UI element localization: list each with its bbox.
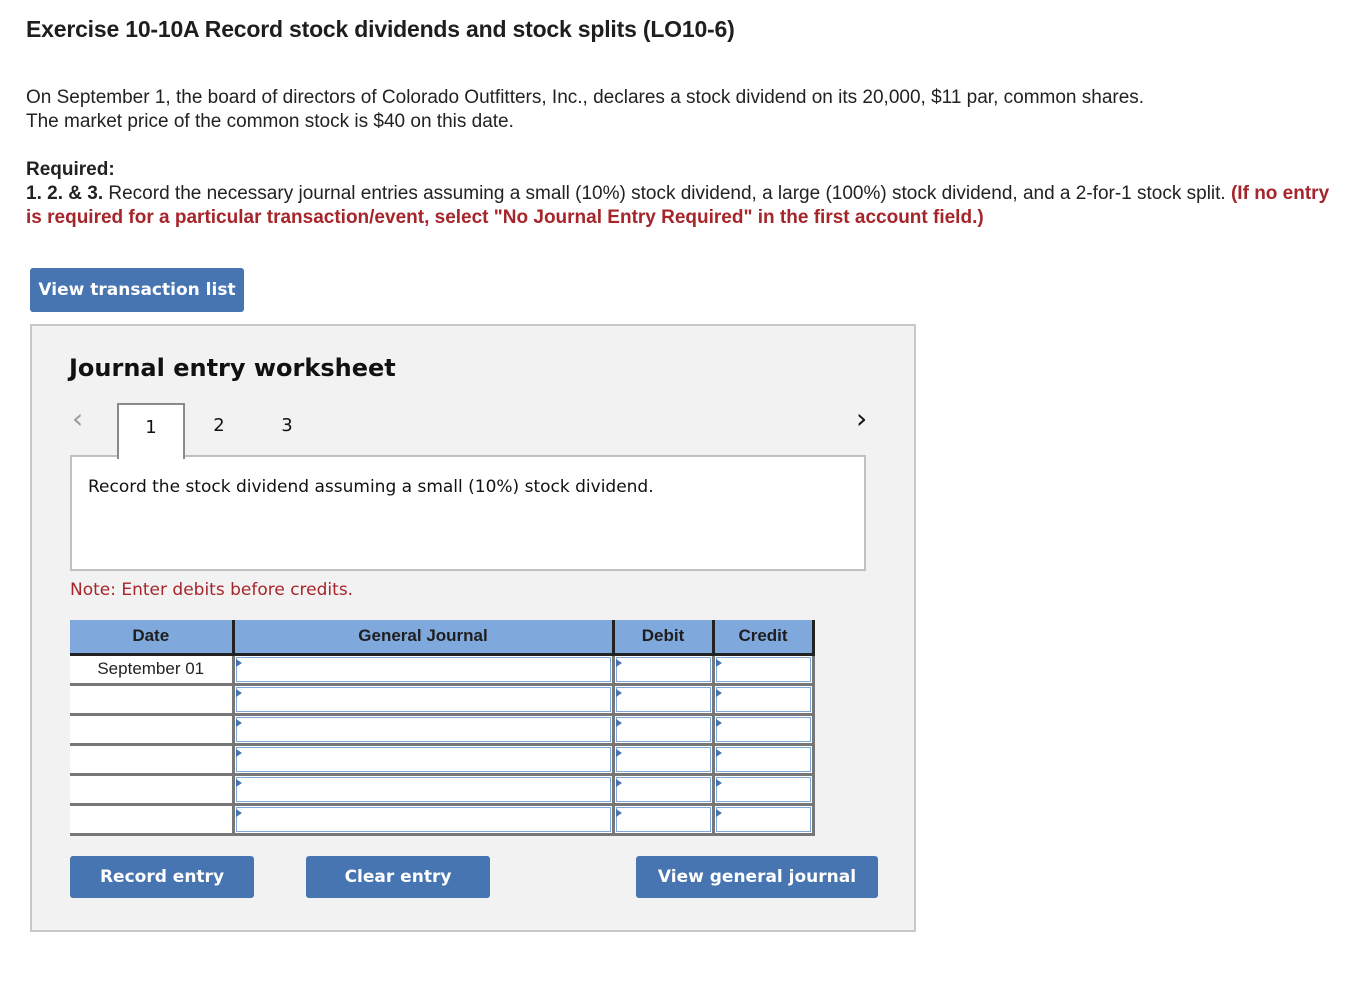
general-journal-cell bbox=[231, 774, 613, 806]
credit-input[interactable] bbox=[715, 716, 811, 742]
credit-cell bbox=[711, 714, 815, 746]
credit-input[interactable] bbox=[715, 686, 811, 712]
journal-entry-worksheet: Journal entry worksheet ‹ 1 2 3 › Record… bbox=[30, 324, 916, 932]
credit-cell bbox=[711, 804, 815, 836]
debit-input[interactable] bbox=[615, 776, 711, 802]
debit-cell bbox=[611, 744, 713, 776]
debit-cell bbox=[611, 684, 713, 716]
general-journal-cell bbox=[231, 744, 613, 776]
account-input[interactable] bbox=[235, 716, 611, 742]
chevron-left-icon[interactable]: ‹ bbox=[72, 404, 83, 434]
debit-cell bbox=[611, 654, 713, 686]
debit-cell bbox=[611, 804, 713, 836]
problem-line-1: On September 1, the board of directors o… bbox=[26, 87, 1145, 108]
debit-input[interactable] bbox=[615, 716, 711, 742]
general-journal-cell bbox=[231, 804, 613, 836]
credit-cell bbox=[711, 654, 815, 686]
credit-input[interactable] bbox=[715, 656, 811, 682]
required-section: Required: 1. 2. & 3. Record the necessar… bbox=[26, 158, 1346, 230]
debit-input[interactable] bbox=[615, 656, 711, 682]
tab-1[interactable]: 1 bbox=[117, 403, 185, 459]
general-journal-cell bbox=[231, 684, 613, 716]
date-cell bbox=[70, 744, 233, 776]
credit-cell bbox=[711, 744, 815, 776]
required-label: Required: bbox=[26, 159, 115, 180]
view-general-journal-button[interactable]: View general journal bbox=[636, 856, 878, 898]
note-text: Note: Enter debits before credits. bbox=[70, 580, 354, 600]
column-header-debit: Debit bbox=[611, 620, 713, 656]
account-input[interactable] bbox=[235, 686, 611, 712]
credit-input[interactable] bbox=[715, 776, 811, 802]
credit-input[interactable] bbox=[715, 806, 811, 832]
tab-label: 3 bbox=[281, 414, 293, 436]
date-cell bbox=[70, 714, 233, 746]
account-input[interactable] bbox=[235, 776, 611, 802]
required-text: Record the necessary journal entries ass… bbox=[103, 183, 1231, 204]
column-header-general-journal: General Journal bbox=[231, 620, 613, 656]
tab-2[interactable]: 2 bbox=[202, 403, 236, 457]
journal-row bbox=[70, 774, 815, 806]
date-cell bbox=[70, 804, 233, 836]
exercise-title: Exercise 10-10A Record stock dividends a… bbox=[26, 16, 735, 42]
journal-header-row: Date General Journal Debit Credit bbox=[70, 620, 815, 656]
journal-row bbox=[70, 744, 815, 776]
account-input[interactable] bbox=[235, 806, 611, 832]
general-journal-cell bbox=[231, 654, 613, 686]
column-header-credit: Credit bbox=[711, 620, 815, 656]
record-entry-button[interactable]: Record entry bbox=[70, 856, 254, 898]
tab-label: 1 bbox=[145, 416, 157, 438]
clear-entry-button[interactable]: Clear entry bbox=[306, 856, 490, 898]
problem-line-2: The market price of the common stock is … bbox=[26, 111, 514, 132]
tab-3[interactable]: 3 bbox=[270, 403, 304, 457]
general-journal-cell bbox=[231, 714, 613, 746]
date-cell: September 01 bbox=[70, 654, 233, 686]
debit-input[interactable] bbox=[615, 746, 711, 772]
chevron-right-icon[interactable]: › bbox=[856, 404, 867, 434]
transaction-description: Record the stock dividend assuming a sma… bbox=[88, 477, 654, 497]
tab-label: 2 bbox=[213, 414, 225, 436]
journal-table: Date General Journal Debit Credit Septem… bbox=[70, 620, 815, 836]
debit-cell bbox=[611, 774, 713, 806]
credit-input[interactable] bbox=[715, 746, 811, 772]
worksheet-title: Journal entry worksheet bbox=[69, 354, 396, 382]
journal-row: September 01 bbox=[70, 654, 815, 686]
journal-row bbox=[70, 804, 815, 836]
journal-row bbox=[70, 714, 815, 746]
problem-statement: On September 1, the board of directors o… bbox=[26, 86, 1326, 134]
debit-input[interactable] bbox=[615, 806, 711, 832]
account-input[interactable] bbox=[235, 656, 611, 682]
journal-row bbox=[70, 684, 815, 716]
debit-input[interactable] bbox=[615, 686, 711, 712]
date-cell bbox=[70, 774, 233, 806]
debit-cell bbox=[611, 714, 713, 746]
credit-cell bbox=[711, 684, 815, 716]
date-cell bbox=[70, 684, 233, 716]
account-input[interactable] bbox=[235, 746, 611, 772]
transaction-description-box: Record the stock dividend assuming a sma… bbox=[70, 455, 866, 571]
credit-cell bbox=[711, 774, 815, 806]
required-numbers: 1. 2. & 3. bbox=[26, 183, 104, 204]
column-header-date: Date bbox=[70, 620, 233, 656]
view-transaction-list-button[interactable]: View transaction list bbox=[30, 268, 244, 312]
